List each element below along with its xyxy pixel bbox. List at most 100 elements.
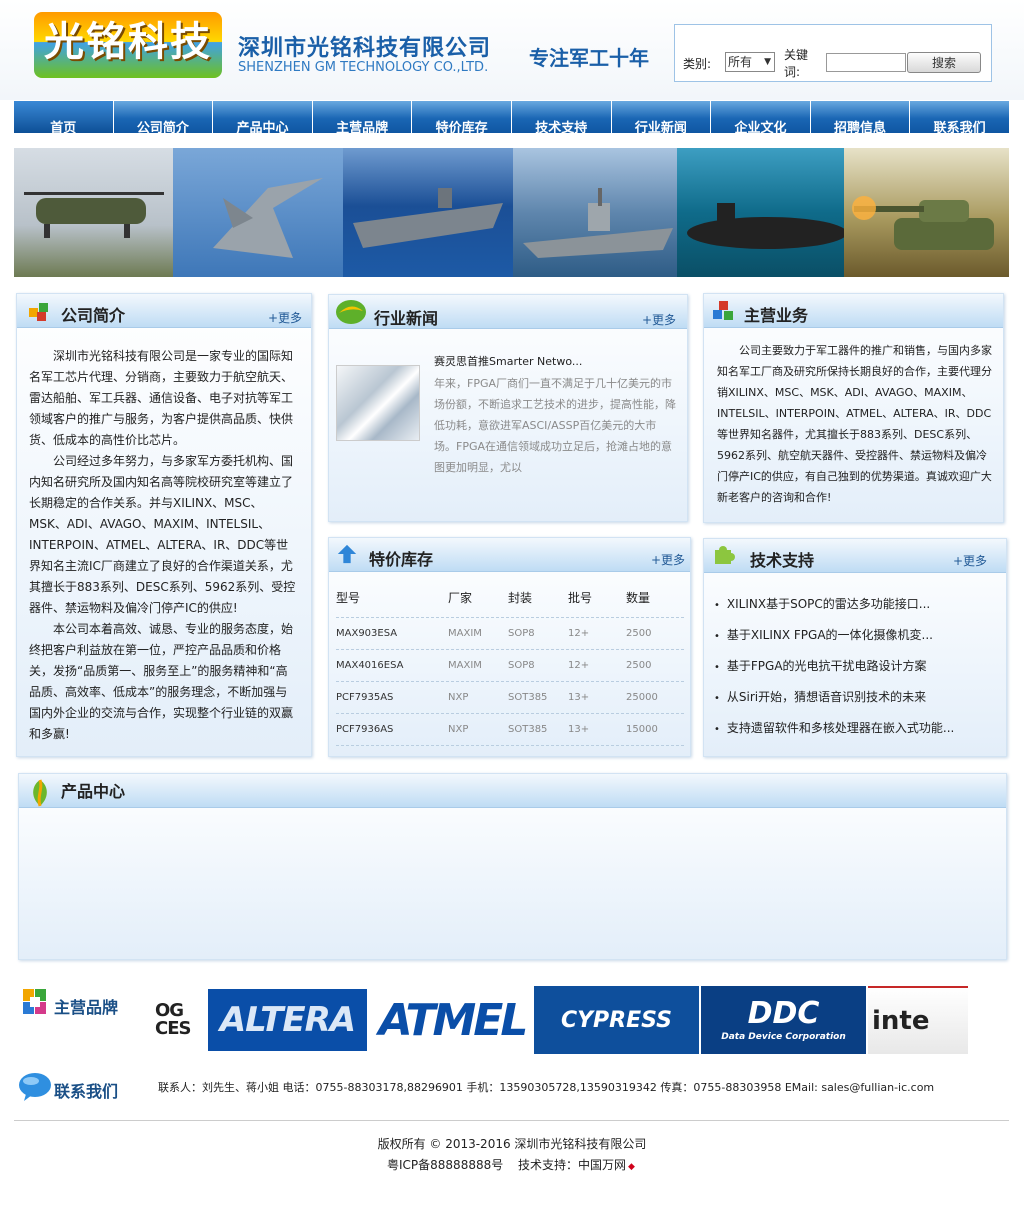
table-row[interactable]: PCF7936AS NXP SOT385 13+ 15000 [336,714,684,746]
table-row[interactable]: MAX4016ESA MAXIM SOP8 12+ 2500 [336,650,684,682]
main-nav: 首页 公司简介 产品中心 主营品牌 特价库存 技术支持 行业新闻 企业文化 招聘… [14,101,1009,136]
news-item-title[interactable]: 赛灵思首推Smarter Netwo... [434,353,582,369]
category-select[interactable]: 所有 ▼ [725,52,775,72]
nav-item-jobs[interactable]: 招聘信息 [811,101,911,136]
brand-logo-ddc[interactable]: DDC Data Device Corporation [701,986,866,1054]
nav-item-brands[interactable]: 主营品牌 [313,101,413,136]
about-paragraph: 本公司本着高效、诚恳、专业的服务态度，始终把客户利益放在第一位，严控产品品质和价… [29,622,294,741]
brand-logo-partial[interactable]: OG CES [155,986,203,1054]
about-paragraph: 公司经过多年努力，与多家军方委托机构、国内知名研究所及国内知名高等院校研究室等建… [29,454,296,615]
nav-item-products[interactable]: 产品中心 [213,101,313,136]
table-row[interactable]: PCF7935AS NXP SOT385 13+ 25000 [336,682,684,714]
table-cell: MAXIM [448,628,482,639]
leaf-icon [33,779,47,807]
tech-support-text: 技术支持：中国万网 [518,1158,627,1172]
column-header: 型号 [336,591,361,605]
chevron-down-icon: ▼ [764,57,771,67]
chat-bubble-icon [19,1073,51,1101]
table-cell: SOT385 [508,692,548,703]
contact-title: 联系我们 [54,1082,119,1101]
table-cell: MAX4016ESA [336,660,404,671]
table-header: 型号 厂家 封装 批号 数量 [336,578,684,618]
table-cell: MAX903ESA [336,628,398,639]
search-button[interactable]: 搜索 [907,52,981,73]
nav-item-contact[interactable]: 联系我们 [910,101,1009,136]
table-cell: SOT385 [508,724,548,735]
stock-more-link[interactable]: +更多 [651,551,685,568]
table-cell: 12+ [568,660,590,671]
nav-item-news[interactable]: 行业新闻 [612,101,712,136]
icp-number[interactable]: 粤ICP备88888888号 [387,1156,503,1173]
nav-item-culture[interactable]: 企业文化 [711,101,811,136]
tech-more-link[interactable]: +更多 [953,552,987,569]
table-cell: MAXIM [448,660,482,671]
banner [14,148,1009,277]
table-cell: NXP [448,724,469,735]
logo-text: 光铭科技 [44,18,212,65]
column-header: 封装 [508,591,533,605]
brand-logo-atmel[interactable]: ATMEL [372,986,532,1054]
news-more-link[interactable]: +更多 [642,311,676,328]
nav-item-home[interactable]: 首页 [14,101,114,136]
news-globe-icon [336,300,366,324]
table-cell: PCF7935AS [336,692,394,703]
wanwang-logo-icon: ◆ [628,1162,635,1172]
banner-destroyer-image [513,148,677,277]
about-text: 深圳市光铭科技有限公司是一家专业的国际知名军工芯片代理、分销商，主要致力于航空航… [29,346,297,745]
list-item[interactable]: XILINX基于SOPC的雷达多功能接口... [714,595,999,626]
business-title: 主营业务 [744,306,809,325]
puzzle-icon [715,546,735,564]
table-cell: 25000 [626,692,658,703]
tech-panel: 技术支持 +更多 XILINX基于SOPC的雷达多功能接口... 基于XILIN… [703,538,1007,757]
tech-list: XILINX基于SOPC的雷达多功能接口... 基于XILINX FPGA的一体… [714,595,999,750]
brand-logo-intel-partial[interactable]: inte [868,986,968,1054]
column-header: 数量 [626,591,651,605]
keyword-input[interactable] [826,53,906,72]
table-cell: 13+ [568,692,590,703]
about-paragraph: 深圳市光铭科技有限公司是一家专业的国际知名军工芯片代理、分销商，主要致力于航空航… [29,349,294,447]
table-cell: 2500 [626,628,652,639]
brand-logo-altera[interactable]: ALTERA [205,986,370,1054]
products-panel-header [19,774,1006,808]
footer-divider [14,1120,1009,1121]
business-text: 公司主要致力于军工器件的推广和销售，与国内多家知名军工厂商及研究所保持长期良好的… [717,340,993,508]
keyword-label-2: 词: [784,65,801,79]
stock-table: 型号 厂家 封装 批号 数量 MAX903ESA MAXIM SOP8 12+ … [336,578,684,746]
banner-carrier-image [343,148,513,277]
list-item[interactable]: 基于XILINX FPGA的一体化摄像机変... [714,626,999,657]
category-label: 类别: [683,57,712,71]
keyword-label: 关键 [784,48,809,62]
stock-panel: 特价库存 +更多 型号 厂家 封装 批号 数量 MAX903ESA MAXIM … [328,537,691,757]
company-name-cn: 深圳市光铭科技有限公司 [238,36,492,61]
list-item[interactable]: 支持遗留软件和多核处理器在嵌入式功能... [714,719,999,750]
banner-submarine-image [677,148,844,277]
company-name-en: SHENZHEN GM TECHNOLOGY CO.,LTD. [238,60,489,75]
brand-ddc-subtext: Data Device Corporation [721,1031,846,1042]
news-thumbnail[interactable] [336,365,420,441]
nav-item-stock[interactable]: 特价库存 [412,101,512,136]
copyright: 版权所有 © 2013-2016 深圳市光铭科技有限公司 [377,1137,647,1151]
list-item[interactable]: 基于FPGA的光电抗干扰电路设计方案 [714,657,999,688]
arrow-up-icon [337,544,357,564]
company-logo[interactable]: 光铭科技 [34,12,222,78]
tech-support-credit[interactable]: 技术支持：中国万网 ◆ [518,1156,635,1173]
news-title: 行业新闻 [374,309,439,328]
column-header: 批号 [568,591,593,605]
brands-icon [23,989,46,1014]
brand-logo-cypress[interactable]: CYPRESS [534,986,699,1054]
contact-info: 联系人：刘先生、蒋小姐 电话：0755-88303178,88296901 手机… [158,1081,935,1094]
about-title: 公司简介 [61,306,126,325]
products-panel: 产品中心 [18,773,1007,960]
nav-item-tech[interactable]: 技术支持 [512,101,612,136]
table-cell: NXP [448,692,469,703]
about-more-link[interactable]: +更多 [268,309,302,326]
list-item[interactable]: 从Siri开始，猜想语音识别技术的未来 [714,688,999,719]
nav-item-about[interactable]: 公司简介 [114,101,214,136]
table-cell: 12+ [568,628,590,639]
table-cell: SOP8 [508,628,535,639]
table-row[interactable]: MAX903ESA MAXIM SOP8 12+ 2500 [336,618,684,650]
table-cell: 13+ [568,724,590,735]
search-box: 类别: 所有 ▼ 关键 词: 搜索 [674,24,992,82]
about-panel: 公司简介 +更多 深圳市光铭科技有限公司是一家专业的国际知名军工芯片代理、分销商… [16,293,312,757]
column-header: 厂家 [448,591,473,605]
